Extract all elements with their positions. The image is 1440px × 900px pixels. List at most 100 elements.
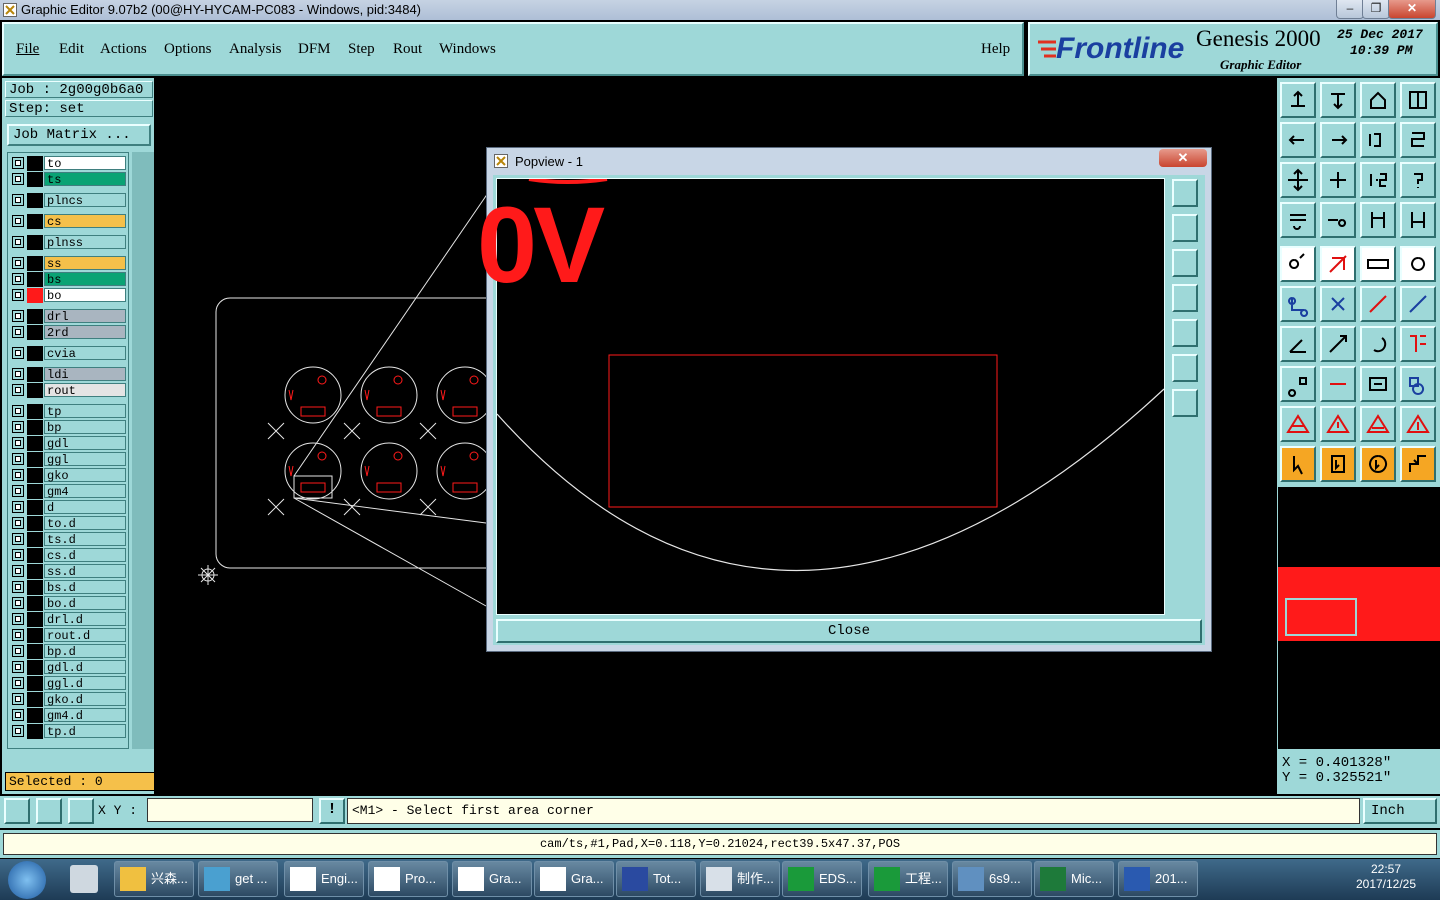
layer-row[interactable]: d — [10, 500, 128, 515]
layer-checkbox[interactable] — [12, 310, 24, 322]
popview-pan-left-icon[interactable] — [1172, 284, 1198, 312]
help-icon[interactable] — [1400, 162, 1436, 198]
dot-icon[interactable] — [1400, 246, 1436, 282]
layer-name[interactable]: gko — [44, 468, 126, 483]
layer-checkbox[interactable] — [12, 517, 24, 529]
layer-row[interactable]: rout.d — [10, 628, 128, 643]
layer-row[interactable]: 2rd — [10, 325, 128, 340]
one-to-one-icon[interactable] — [1360, 162, 1396, 198]
triangle-d-icon[interactable] — [1400, 406, 1436, 442]
layer-checkbox[interactable] — [12, 194, 24, 206]
layer-checkbox[interactable] — [12, 347, 24, 359]
layer-row[interactable]: bs — [10, 272, 128, 287]
snake-icon[interactable] — [1400, 122, 1436, 158]
layer-name[interactable]: gdl.d — [44, 660, 126, 675]
layer-row[interactable]: cs.d — [10, 548, 128, 563]
layer-row[interactable]: ss — [10, 256, 128, 271]
layer-row[interactable]: plncs — [10, 193, 128, 208]
layer-name[interactable]: gm4 — [44, 484, 126, 499]
layer-name[interactable]: drl.d — [44, 612, 126, 627]
layer-name[interactable]: ggl — [44, 452, 126, 467]
layer-name[interactable]: cs.d — [44, 548, 126, 563]
layer-name[interactable]: cvia — [44, 346, 126, 361]
mirror-icon[interactable] — [1360, 122, 1396, 158]
house-icon[interactable] — [1360, 82, 1396, 118]
layer-row[interactable]: tp.d — [10, 724, 128, 739]
layer-checkbox[interactable] — [12, 613, 24, 625]
taskbar-app-button[interactable]: Engi... — [284, 861, 364, 897]
layer-name[interactable]: to — [44, 156, 126, 171]
layer-checkbox[interactable] — [12, 469, 24, 481]
layer-checkbox[interactable] — [12, 405, 24, 417]
layer-row[interactable]: ldi — [10, 367, 128, 382]
popview-zoom-window-icon[interactable] — [1172, 179, 1198, 207]
layer-name[interactable]: gm4.d — [44, 708, 126, 723]
pan-left-icon[interactable] — [1280, 122, 1316, 158]
layer-row[interactable]: bo — [10, 288, 128, 303]
layer-checkbox[interactable] — [12, 173, 24, 185]
angle-icon[interactable] — [1280, 326, 1316, 362]
popview-pan-up-icon[interactable] — [1172, 214, 1198, 242]
layer-name[interactable]: plncs — [44, 193, 126, 208]
layer-row[interactable]: gm4.d — [10, 708, 128, 723]
pointer-circle-icon[interactable] — [1360, 446, 1396, 482]
layer-checkbox[interactable] — [12, 645, 24, 657]
taskbar-app-button[interactable]: 制作... — [700, 861, 780, 897]
layer-row[interactable]: gdl.d — [10, 660, 128, 675]
layer-row[interactable]: drl — [10, 309, 128, 324]
layer-checkbox[interactable] — [12, 437, 24, 449]
layer-checkbox[interactable] — [12, 368, 24, 380]
maximize-button[interactable]: ❐ — [1362, 0, 1390, 19]
layer-name[interactable]: rout.d — [44, 628, 126, 643]
popview-close-icon[interactable]: ✕ — [1159, 149, 1207, 167]
taskbar-app-button[interactable]: 201... — [1118, 861, 1198, 897]
layer-checkbox[interactable] — [12, 581, 24, 593]
menu-file[interactable]: File — [16, 41, 39, 58]
layer-row[interactable]: tp — [10, 404, 128, 419]
taskbar-app-button[interactable]: Pro... — [368, 861, 448, 897]
layer-name[interactable]: bo.d — [44, 596, 126, 611]
layer-row[interactable]: ts — [10, 172, 128, 187]
move-icon[interactable] — [1280, 366, 1316, 402]
layer-checkbox[interactable] — [12, 709, 24, 721]
layer-row[interactable]: plnss — [10, 235, 128, 250]
menu-dfm[interactable]: DFM — [298, 41, 331, 58]
layer-name[interactable]: rout — [44, 383, 126, 398]
layer-name[interactable]: ss — [44, 256, 126, 271]
line-blue-icon[interactable] — [1400, 286, 1436, 322]
unit-selector[interactable]: Inch — [1363, 798, 1437, 824]
start-button[interactable] — [8, 861, 46, 899]
blocks-icon[interactable] — [1400, 366, 1436, 402]
layer-checkbox[interactable] — [12, 485, 24, 497]
snap-icon[interactable] — [36, 798, 62, 824]
layer-row[interactable]: rout — [10, 383, 128, 398]
layers-red-icon[interactable] — [1400, 202, 1436, 238]
layer-name[interactable]: gko.d — [44, 692, 126, 707]
xy-input[interactable] — [147, 798, 313, 822]
layer-row[interactable]: bo.d — [10, 596, 128, 611]
layer-checkbox[interactable] — [12, 273, 24, 285]
layer-row[interactable]: ggl — [10, 452, 128, 467]
popview-zoom-out-icon[interactable] — [1172, 389, 1198, 417]
layer-checkbox[interactable] — [12, 453, 24, 465]
fit-screen-icon[interactable] — [1280, 162, 1316, 198]
layer-checkbox[interactable] — [12, 501, 24, 513]
taskbar-app-button[interactable]: EDS... — [782, 861, 862, 897]
layer-checkbox[interactable] — [12, 725, 24, 737]
layer-checkbox[interactable] — [12, 215, 24, 227]
triangle-b-icon[interactable] — [1320, 406, 1356, 442]
layer-name[interactable]: ts.d — [44, 532, 126, 547]
layer-row[interactable]: to — [10, 156, 128, 171]
layer-checkbox[interactable] — [12, 565, 24, 577]
layer-checkbox[interactable] — [12, 236, 24, 248]
layer-checkbox[interactable] — [12, 693, 24, 705]
taskbar-app-button[interactable]: 兴森... — [114, 861, 194, 897]
taskbar-app-button[interactable]: 6s9... — [952, 861, 1032, 897]
layer-row[interactable]: ss.d — [10, 564, 128, 579]
nodes-icon[interactable] — [1280, 286, 1316, 322]
layer-name[interactable]: ggl.d — [44, 676, 126, 691]
close-button[interactable]: ✕ — [1388, 0, 1436, 19]
taskbar-app-button[interactable]: Tot... — [616, 861, 696, 897]
split-view-icon[interactable] — [1400, 82, 1436, 118]
cross-icon[interactable] — [1320, 286, 1356, 322]
